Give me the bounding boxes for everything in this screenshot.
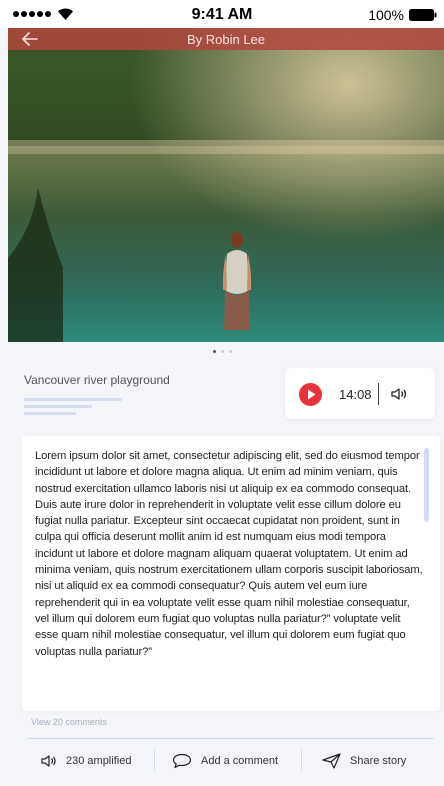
add-comment-label: Add a comment bbox=[201, 755, 279, 767]
author-name: By Robin Lee bbox=[186, 32, 266, 47]
lake-photo bbox=[8, 28, 444, 342]
carousel-dot[interactable] bbox=[212, 350, 216, 353]
action-separator bbox=[154, 749, 155, 771]
action-bar: 230 amplified Add a comment Share story bbox=[0, 745, 444, 777]
hero-image: By Robin Lee bbox=[8, 28, 444, 342]
audio-duration: 14:08 bbox=[339, 387, 372, 402]
volume-icon[interactable] bbox=[390, 387, 408, 401]
view-comments-link[interactable]: View 20 comments bbox=[31, 717, 107, 727]
carousel-dot[interactable] bbox=[220, 350, 224, 353]
share-story-button[interactable]: Share story bbox=[322, 745, 406, 777]
action-separator bbox=[301, 749, 302, 771]
article-body: Lorem ipsum dolor sit amet, consectetur … bbox=[35, 450, 423, 658]
header-bar: By Robin Lee bbox=[8, 28, 444, 50]
player-divider bbox=[378, 383, 379, 405]
add-comment-button[interactable]: Add a comment bbox=[172, 745, 278, 777]
amplified-count: 230 amplified bbox=[66, 755, 132, 767]
comment-bubble-icon bbox=[172, 753, 192, 769]
carousel-pagination[interactable] bbox=[0, 350, 444, 353]
carousel-dot[interactable] bbox=[228, 350, 232, 353]
amplify-button[interactable]: 230 amplified bbox=[41, 745, 131, 777]
divider bbox=[27, 738, 434, 739]
audio-player: 14:08 bbox=[285, 368, 435, 419]
share-story-label: Share story bbox=[350, 755, 407, 767]
scrollbar[interactable] bbox=[424, 448, 429, 522]
article-card: Lorem ipsum dolor sit amet, consectetur … bbox=[22, 436, 440, 711]
megaphone-icon bbox=[41, 755, 56, 767]
placeholder-lines bbox=[24, 398, 122, 419]
story-title: Vancouver river playground bbox=[24, 373, 170, 387]
play-icon[interactable] bbox=[299, 383, 322, 406]
battery-percent: 100% bbox=[368, 7, 404, 23]
status-bar: 9:41 AM 100% bbox=[0, 0, 444, 28]
battery-icon bbox=[409, 9, 437, 21]
paper-plane-icon bbox=[322, 753, 341, 769]
